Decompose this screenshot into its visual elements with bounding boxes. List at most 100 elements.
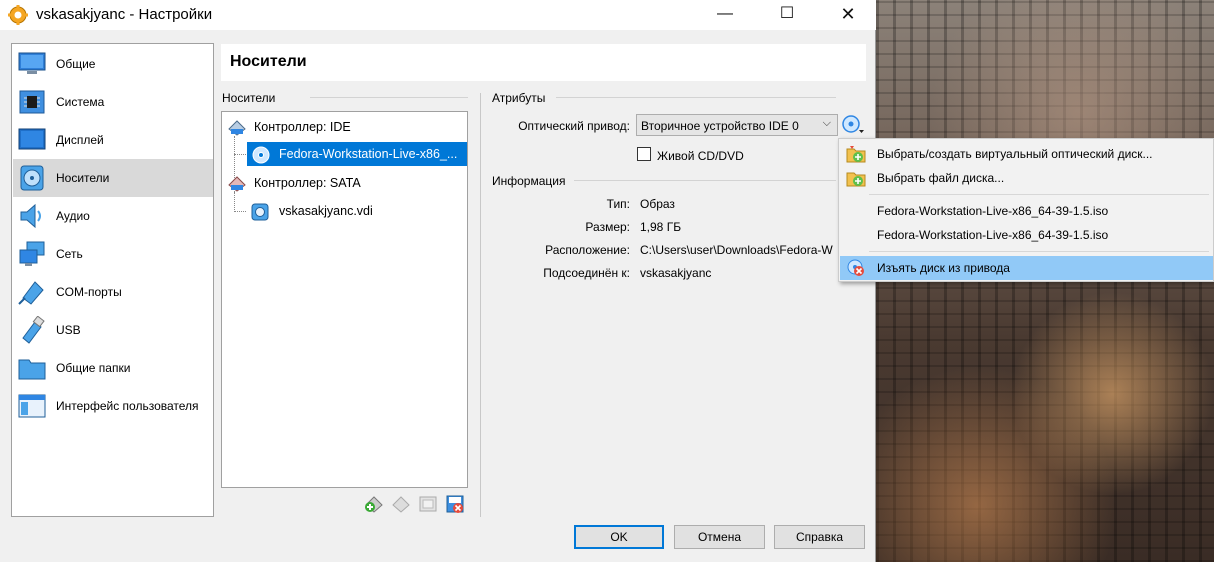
- display-icon: [18, 128, 46, 150]
- optical-disc-icon: [252, 146, 270, 164]
- menu-item-choose-disk-file[interactable]: Выбрать файл диска...: [840, 166, 1213, 190]
- user-interface-icon: [18, 394, 46, 418]
- info-attached-label: Подсоединён к:: [543, 266, 630, 280]
- storage-tree: Контроллер: IDE Fedora-Workstation-Live-…: [221, 111, 468, 488]
- settings-sidebar: Общие Система Дисплей Носители Аудио Сет…: [11, 43, 214, 517]
- tree-item-sata-controller[interactable]: Контроллер: SATA: [223, 171, 467, 195]
- sidebar-item-com-ports[interactable]: COM-порты: [13, 273, 213, 311]
- help-button[interactable]: Справка: [774, 525, 865, 549]
- sidebar-item-user-interface[interactable]: Интерфейс пользователя: [13, 387, 213, 425]
- minimize-button[interactable]: —: [702, 0, 748, 30]
- sidebar-item-label: COM-порты: [56, 285, 122, 299]
- ok-button[interactable]: OK: [574, 525, 664, 549]
- page-title: Носители: [230, 53, 307, 70]
- menu-item-recent-iso-1[interactable]: Fedora-Workstation-Live-x86_64-39-1.5.is…: [840, 199, 1213, 223]
- sidebar-item-audio[interactable]: Аудио: [13, 197, 213, 235]
- sidebar-item-shared-folders[interactable]: Общие папки: [13, 349, 213, 387]
- pane-separator: [480, 93, 481, 517]
- group-divider: [574, 180, 836, 181]
- tree-guide: [234, 192, 235, 212]
- menu-item-recent-iso-2[interactable]: Fedora-Workstation-Live-x86_64-39-1.5.is…: [840, 223, 1213, 247]
- storage-group-title: Носители: [222, 91, 276, 105]
- system-chip-icon: [19, 90, 45, 114]
- info-location-label: Расположение:: [545, 243, 630, 257]
- menu-item-label: Fedora-Workstation-Live-x86_64-39-1.5.is…: [877, 204, 1109, 218]
- tree-item-hard-disk[interactable]: vskasakjyanc.vdi: [247, 199, 467, 223]
- menu-item-eject-disk[interactable]: Изъять диск из привода: [840, 256, 1213, 280]
- sidebar-item-label: Общие папки: [56, 361, 131, 375]
- window-title: vskasakjyanc - Настройки: [36, 6, 213, 23]
- sidebar-item-general[interactable]: Общие: [13, 45, 213, 83]
- live-cd-label: Живой CD/DVD: [657, 149, 744, 163]
- sidebar-item-label: Система: [56, 95, 105, 109]
- hard-disk-icon: [251, 203, 269, 221]
- disc-context-menu: Выбрать/создать виртуальный оптический д…: [838, 138, 1214, 282]
- tree-item-label: Fedora-Workstation-Live-x86_...: [279, 147, 458, 161]
- sidebar-item-label: Носители: [56, 171, 110, 185]
- live-cd-checkbox[interactable]: [637, 147, 651, 161]
- settings-gear-icon: [8, 5, 28, 25]
- eject-disk-icon: [847, 259, 864, 276]
- menu-item-label: Fedora-Workstation-Live-x86_64-39-1.5.is…: [877, 228, 1109, 242]
- sidebar-item-label: USB: [56, 323, 81, 337]
- menu-separator: [869, 194, 1209, 195]
- sidebar-item-label: Дисплей: [56, 133, 104, 147]
- attributes-group-title: Атрибуты: [492, 91, 546, 105]
- group-divider: [310, 97, 468, 98]
- settings-window: vskasakjyanc - Настройки — ☐ ✕ Общие Сис…: [0, 0, 876, 562]
- ide-controller-icon: [228, 120, 246, 136]
- add-controller-icon[interactable]: [363, 494, 383, 514]
- tree-item-label: Контроллер: SATA: [254, 176, 361, 190]
- cancel-button[interactable]: Отмена: [674, 525, 765, 549]
- chevron-down-icon: ⌵: [822, 117, 831, 129]
- optical-drive-value: Вторичное устройство IDE 0: [641, 119, 799, 133]
- tree-item-optical-disc[interactable]: Fedora-Workstation-Live-x86_...: [247, 142, 467, 166]
- info-type-label: Тип:: [606, 197, 630, 211]
- usb-icon: [22, 316, 45, 344]
- storage-disc-icon: [20, 165, 44, 191]
- remove-controller-icon[interactable]: [390, 494, 410, 514]
- sidebar-item-display[interactable]: Дисплей: [13, 121, 213, 159]
- optical-drive-label: Оптический привод:: [518, 119, 630, 133]
- menu-item-label: Изъять диск из привода: [877, 261, 1010, 275]
- menu-item-label: Выбрать файл диска...: [877, 171, 1005, 185]
- info-location-value: C:\Users\user\Downloads\Fedora-W: [640, 243, 833, 257]
- sidebar-item-label: Общие: [56, 57, 96, 71]
- info-attached-value: vskasakjyanc: [640, 266, 712, 280]
- remove-attachment-icon[interactable]: [445, 494, 465, 514]
- sata-controller-icon: [228, 176, 246, 192]
- menu-separator: [869, 251, 1209, 252]
- serial-port-icon: [18, 281, 44, 305]
- sidebar-item-storage[interactable]: Носители: [13, 159, 213, 197]
- page-header: Носители: [221, 44, 866, 81]
- sidebar-item-system[interactable]: Система: [13, 83, 213, 121]
- optical-drive-select[interactable]: Вторичное устройство IDE 0 ⌵: [636, 114, 838, 136]
- close-button[interactable]: ✕: [825, 0, 871, 30]
- choose-disk-file-icon: [846, 172, 866, 187]
- sidebar-item-network[interactable]: Сеть: [13, 235, 213, 273]
- choose-disc-button[interactable]: [841, 114, 865, 136]
- tree-guide: [234, 211, 246, 212]
- shared-folder-icon: [18, 359, 46, 380]
- tree-item-label: Контроллер: IDE: [254, 120, 351, 134]
- menu-item-label: Выбрать/создать виртуальный оптический д…: [877, 147, 1153, 161]
- menu-item-choose-create-disc[interactable]: Выбрать/создать виртуальный оптический д…: [840, 142, 1213, 166]
- sidebar-item-label: Интерфейс пользователя: [56, 399, 199, 413]
- network-icon: [19, 241, 45, 266]
- sidebar-item-label: Аудио: [56, 209, 90, 223]
- info-size-label: Размер:: [585, 220, 630, 234]
- sidebar-item-label: Сеть: [56, 247, 83, 261]
- group-divider: [556, 97, 836, 98]
- info-size-value: 1,98 ГБ: [640, 220, 682, 234]
- info-type-value: Образ: [640, 197, 675, 211]
- tree-item-ide-controller[interactable]: Контроллер: IDE: [223, 115, 467, 139]
- tree-item-label: vskasakjyanc.vdi: [279, 204, 373, 218]
- information-group-title: Информация: [492, 174, 566, 188]
- general-monitor-icon: [18, 52, 46, 74]
- sidebar-item-usb[interactable]: USB: [13, 311, 213, 349]
- tree-guide: [234, 154, 246, 155]
- audio-speaker-icon: [20, 203, 41, 229]
- title-bar: vskasakjyanc - Настройки — ☐ ✕: [0, 0, 876, 30]
- add-attachment-icon[interactable]: [418, 494, 438, 514]
- maximize-button[interactable]: ☐: [764, 0, 810, 30]
